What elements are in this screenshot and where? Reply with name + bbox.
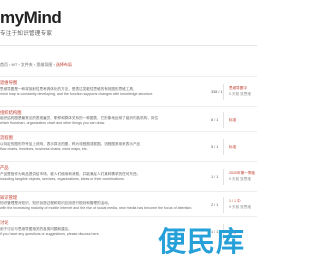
last-post-title[interactable]: 2020年第一季度	[229, 171, 255, 176]
last-post-meta: 9 天前 张思维	[229, 205, 251, 209]
forum-row[interactable]: 流程图 以特定的图形符号加上说明，表示算法的图，称为流程图或框图。流程图常用来表…	[0, 131, 257, 162]
last-post-title[interactable]: 标准	[229, 145, 236, 150]
site-tagline: 专注于知识管理专家	[0, 31, 53, 37]
last-post-title[interactable]: 思维导图中	[229, 86, 247, 91]
column-divider	[223, 197, 224, 213]
column-divider	[223, 84, 224, 100]
topic-count: 5 / 1	[211, 145, 219, 149]
forum-title[interactable]: 流程图	[0, 135, 13, 141]
forum-title[interactable]: 思维导图	[0, 80, 17, 86]
topic-count: 8 / 1	[211, 118, 219, 122]
column-divider	[223, 112, 224, 128]
last-post-meta: 5 天前 张思维	[229, 177, 251, 181]
forum-desc-en: mind map is constantly developing, and t…	[0, 92, 154, 96]
forum-desc-en: which flowchart, organization chart and …	[0, 121, 106, 125]
last-post-meta: 5 天前 张思维	[229, 92, 251, 96]
forum-row[interactable]: 知识管理 知识管理是对知识、知识创造过程和知识应用进行规划和管理的活动。 wit…	[0, 191, 257, 217]
watermark-logo: 便民库	[158, 225, 246, 258]
forum-row[interactable]: 产品 产品是指作为商品提供给市场，被人们使用和消费，并能满足人们某种需求的任何东…	[0, 161, 257, 192]
topic-count: 338 / 1	[211, 90, 223, 94]
last-post-title[interactable]: 1 / 1 中	[229, 199, 241, 204]
forum-title[interactable]: 讨论	[0, 220, 9, 226]
forum-desc-en: including tangible objects, services, or…	[0, 177, 125, 181]
forum-desc-en: flow charts, timelines, business charts,…	[0, 147, 88, 151]
topic-count: 2 / 1	[211, 203, 219, 207]
site-header: myMind 专注于知识管理专家	[0, 0, 257, 40]
forum-desc-en: if you have any questions or suggestions…	[0, 232, 100, 236]
topic-count: 1 / 1	[211, 175, 219, 179]
forum-desc-en: with the increasing maturity of mobile I…	[0, 206, 193, 210]
site-logo[interactable]: myMind	[0, 8, 62, 28]
breadcrumb-path[interactable]: 首页 › MT › 文件夹 › 思维导图 ›	[0, 62, 55, 67]
breadcrumb-current: 选择布局	[55, 62, 72, 67]
column-divider	[223, 139, 224, 155]
breadcrumb: 首页 › MT › 文件夹 › 思维导图 › 选择布局	[0, 62, 72, 68]
header-divider	[0, 45, 257, 46]
forum-row[interactable]: 思维导图 思维导图是一种将放射性思考具体化的方法，是表达发散性思维的有效图形思维…	[0, 76, 257, 107]
column-divider	[223, 169, 224, 185]
forum-row[interactable]: 组织结构图 组织结构图是最常见的表现雇员、职称和群体关系的一种图表，它形象地反映…	[0, 106, 257, 132]
last-post-title[interactable]: 标准	[229, 118, 236, 123]
forum-title[interactable]: 产品	[0, 165, 9, 171]
